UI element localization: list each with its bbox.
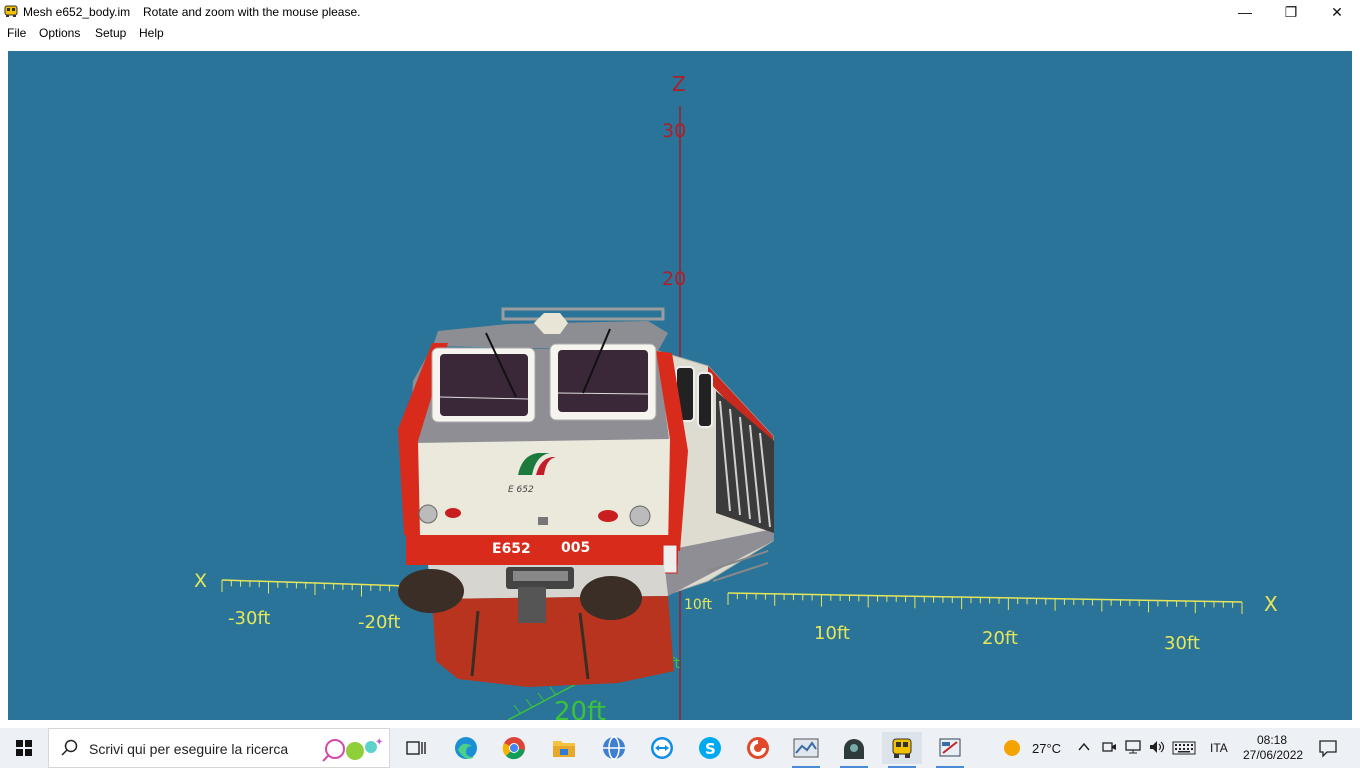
- meet-now-icon[interactable]: [1101, 739, 1117, 755]
- close-icon: ✕: [1331, 3, 1343, 20]
- dark-app-icon: [844, 739, 864, 759]
- x-tick-10: 10ft: [814, 623, 850, 644]
- z-tick-20: 20: [662, 268, 686, 290]
- close-button[interactable]: ✕: [1314, 0, 1360, 24]
- globe-app-button[interactable]: [594, 732, 634, 764]
- window-title: Mesh e652_body.im: [23, 5, 131, 19]
- minimize-icon: —: [1238, 4, 1252, 20]
- search-input[interactable]: Scrivi qui per eseguire la ricerca ✦: [48, 728, 390, 768]
- edge-icon: [455, 737, 477, 759]
- svg-text:✦: ✦: [375, 737, 383, 748]
- scene-canvas[interactable]: Z 30 20 X X -30ft -20ft 10ft 10ft 20ft 3…: [8, 51, 1352, 720]
- clock[interactable]: 08:18 27/06/2022: [1243, 733, 1304, 763]
- x-tick-minus30: -30ft: [228, 608, 270, 629]
- ccleaner-button[interactable]: [738, 732, 778, 764]
- windows-icon: [16, 740, 32, 756]
- loco-number-left: E652: [492, 541, 531, 557]
- photo-app-button[interactable]: [786, 732, 826, 768]
- edge-button[interactable]: [446, 732, 486, 764]
- task-view-button[interactable]: [396, 732, 436, 764]
- x-axis-right-line: [727, 592, 1243, 603]
- photo-app-icon: [793, 738, 819, 758]
- mesh-viewer-icon: [939, 738, 961, 757]
- menu-file[interactable]: File: [7, 26, 26, 40]
- maximize-button[interactable]: ❐: [1268, 0, 1314, 24]
- weather-temperature[interactable]: 27°C: [1032, 741, 1061, 756]
- volume-icon[interactable]: [1148, 739, 1166, 755]
- menu-help[interactable]: Help: [139, 26, 164, 40]
- x-axis-label-right: X: [1264, 592, 1278, 616]
- weather-sun-icon[interactable]: [1003, 739, 1021, 757]
- z-tick-30: 30: [662, 120, 686, 142]
- keyboard-icon[interactable]: [1172, 741, 1196, 755]
- clock-time: 08:18: [1256, 733, 1288, 747]
- file-explorer-icon: [553, 741, 575, 757]
- z-axis-label: Z: [672, 72, 686, 96]
- chrome-button[interactable]: [494, 732, 534, 764]
- teamviewer-button[interactable]: [642, 732, 682, 764]
- app-globe-icon: [603, 736, 625, 760]
- search-highlight-icon: ✦: [322, 737, 383, 762]
- y-tick-20: 20ft: [554, 697, 606, 720]
- x-tick-20: 20ft: [982, 628, 1018, 649]
- mesh-viewer-button[interactable]: [930, 732, 970, 768]
- clock-date: 27/06/2022: [1243, 748, 1304, 762]
- loco-badge: E 652: [508, 485, 534, 495]
- skype-icon: S: [699, 737, 721, 759]
- train-app-icon: [892, 738, 912, 758]
- taskbar: Scrivi qui per eseguire la ricerca ✦ S 2…: [0, 728, 1360, 768]
- svg-text:S: S: [705, 740, 716, 758]
- notifications-icon[interactable]: [1318, 738, 1338, 758]
- minimize-button[interactable]: —: [1222, 0, 1268, 24]
- x-tick-10-near: 10ft: [684, 597, 712, 613]
- search-icon: [61, 739, 78, 756]
- ccleaner-icon: [747, 737, 769, 759]
- chevron-up-icon[interactable]: [1078, 741, 1090, 753]
- menu-options[interactable]: Options: [39, 26, 80, 40]
- start-button[interactable]: [0, 728, 48, 768]
- x-tick-minus20: -20ft: [358, 612, 400, 633]
- task-view-icon: [406, 741, 426, 755]
- train-app-icon: [4, 5, 18, 17]
- title-bar: Mesh e652_body.im Rotate and zoom with t…: [0, 0, 1360, 24]
- menu-setup[interactable]: Setup: [95, 26, 126, 40]
- window-hint: Rotate and zoom with the mouse please.: [143, 5, 361, 19]
- network-icon[interactable]: [1124, 739, 1142, 755]
- locomotive-model[interactable]: E652 005 E 652: [398, 307, 774, 687]
- restore-icon: ❐: [1284, 3, 1298, 20]
- mesh-viewport[interactable]: Z 30 20 X X -30ft -20ft 10ft 10ft 20ft 3…: [8, 51, 1352, 720]
- skype-button[interactable]: S: [690, 732, 730, 764]
- x-tick-30: 30ft: [1164, 633, 1200, 654]
- file-explorer-button[interactable]: [544, 732, 584, 764]
- input-language[interactable]: ITA: [1210, 741, 1228, 755]
- teamviewer-icon: [651, 737, 673, 759]
- chrome-icon: [502, 737, 525, 760]
- x-axis-label-left: X: [194, 570, 207, 592]
- train-app-button[interactable]: [882, 732, 922, 768]
- menu-bar: File Options Setup Help: [0, 24, 1360, 44]
- loco-number-right: 005: [561, 540, 590, 556]
- search-placeholder: Scrivi qui per eseguire la ricerca: [89, 741, 289, 757]
- dark-app-button[interactable]: [834, 732, 874, 768]
